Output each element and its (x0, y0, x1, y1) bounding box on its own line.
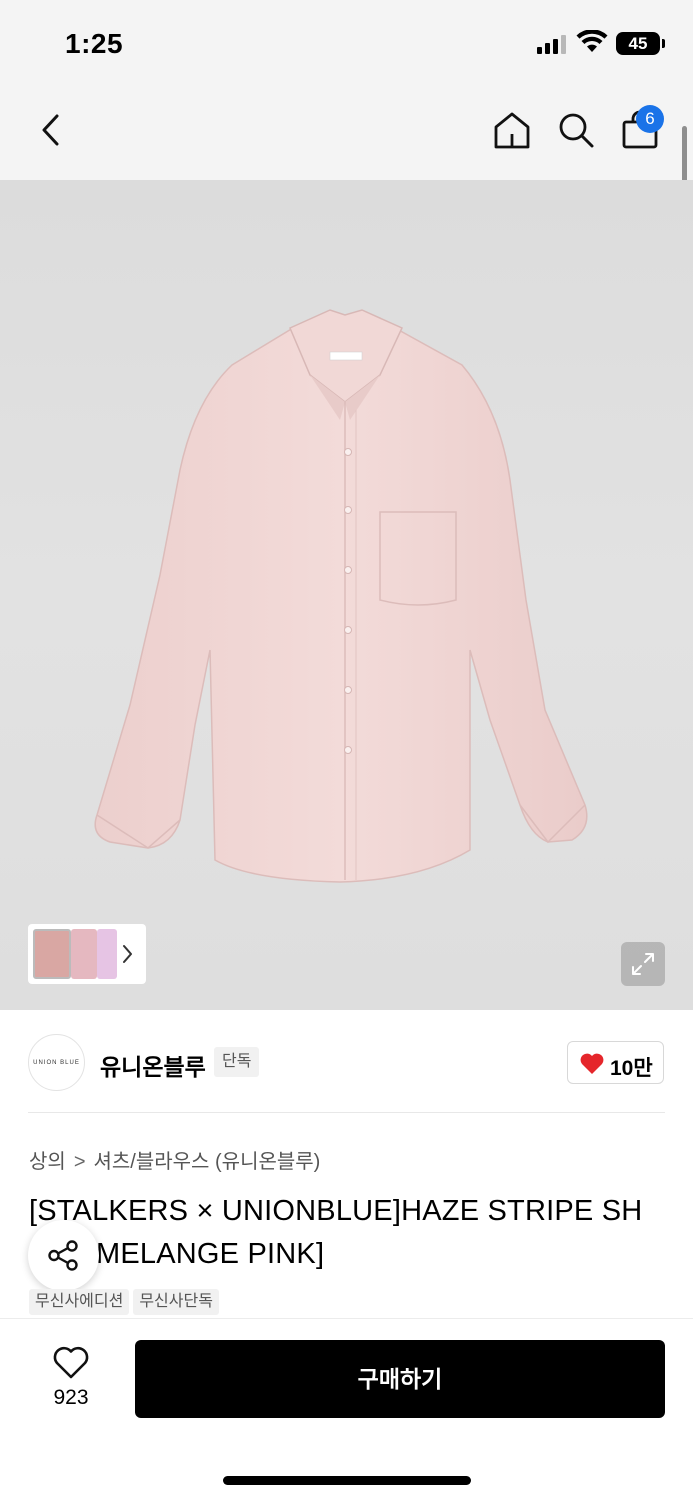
wifi-icon (576, 30, 608, 52)
product-title-line-2: MELANGE PINK] (96, 1238, 325, 1270)
thumbnail-2[interactable] (71, 929, 97, 979)
status-bar: 1:25 45 (0, 0, 693, 88)
thumbnail-3[interactable] (97, 929, 117, 979)
share-icon (48, 1240, 78, 1271)
brand-like-button[interactable]: 10만 (567, 1041, 664, 1084)
cellular-signal-icon (537, 34, 567, 54)
wishlist-button[interactable]: 923 (30, 1340, 112, 1420)
buy-button[interactable]: 구매하기 (135, 1340, 665, 1418)
heart-filled-icon (580, 1053, 604, 1074)
home-indicator (223, 1476, 471, 1485)
exclusive-badge: 단독 (214, 1047, 260, 1077)
pink-shirt-illustration (94, 309, 588, 883)
breadcrumb: 상의 > 셔츠/블라우스 (유니온블루) (29, 1145, 320, 1174)
share-button[interactable] (28, 1220, 99, 1291)
cart-count-badge: 6 (636, 105, 664, 133)
tag-musinsa-edition[interactable]: 무신사에디션 (29, 1289, 130, 1315)
tag-musinsa-exclusive[interactable]: 무신사단독 (133, 1289, 219, 1315)
search-icon[interactable] (556, 110, 596, 150)
product-image[interactable] (0, 180, 693, 1010)
chevron-left-icon[interactable] (36, 111, 66, 149)
divider (28, 1112, 665, 1113)
expand-icon[interactable] (621, 942, 665, 986)
breadcrumb-category[interactable]: 상의 (29, 1151, 66, 1173)
brand-like-count: 10만 (610, 1057, 653, 1080)
chevron-right-icon[interactable] (119, 939, 137, 969)
heart-outline-icon (53, 1346, 89, 1379)
breadcrumb-separator: > (73, 1151, 86, 1173)
product-title: [STALKERS × UNIONBLUE]HAZE STRIPE SH MEL… (29, 1190, 679, 1276)
wishlist-count: 923 (53, 1386, 89, 1409)
battery-indicator: 45 (616, 32, 665, 55)
product-tags: 무신사에디션 무신사단독 (29, 1289, 223, 1315)
thumbnail-1[interactable] (33, 929, 71, 979)
brand-name[interactable]: 유니온블루 (100, 1048, 206, 1082)
home-icon[interactable] (492, 110, 532, 150)
breadcrumb-subcategory[interactable]: 셔츠/블라우스 (유니온블루) (94, 1151, 321, 1173)
brand-logo[interactable]: UNION BLUE (28, 1034, 85, 1091)
product-title-line-1: [STALKERS × UNIONBLUE]HAZE STRIPE SH (29, 1195, 643, 1227)
status-time: 1:25 (65, 28, 124, 59)
